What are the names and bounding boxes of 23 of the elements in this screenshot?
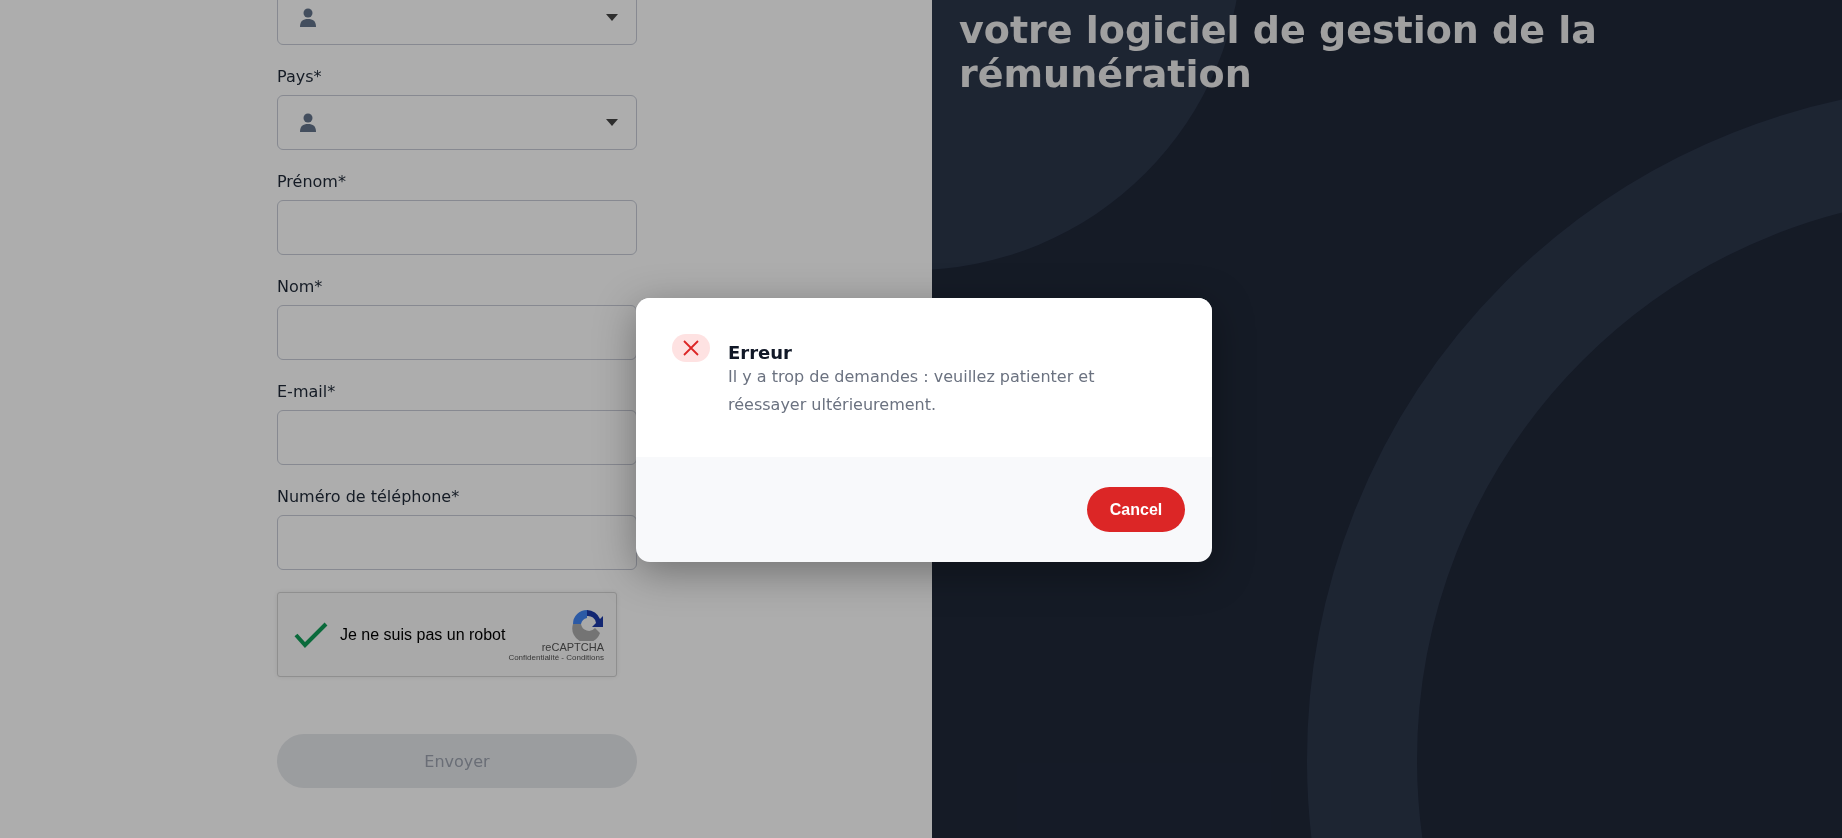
captcha-links[interactable]: Confidentialité - Conditions <box>508 653 604 662</box>
hero-heading: votre logiciel de gestion de la rémunération <box>959 8 1598 96</box>
person-icon <box>300 7 316 28</box>
close-icon <box>672 334 710 362</box>
field-label: E-mail* <box>277 382 337 402</box>
field-label: Numéro de téléphone* <box>277 487 461 507</box>
field-label: Nom* <box>277 277 324 297</box>
input-field[interactable] <box>277 515 637 570</box>
captcha-brand: reCAPTCHA <box>541 641 604 653</box>
select-field[interactable] <box>277 95 637 150</box>
person-icon <box>300 112 316 133</box>
cancel-button[interactable]: Cancel <box>1087 487 1185 532</box>
field-label: Prénom* <box>277 172 347 192</box>
dialog-title: Erreur <box>728 342 793 363</box>
select-field[interactable] <box>277 0 637 45</box>
caret-icon <box>606 14 618 21</box>
field-label: Pays* <box>277 67 323 87</box>
captcha-label: Je ne suis pas un robot <box>340 625 507 644</box>
dialog-message: Il y a trop de demandes : veuillez patienter et réessayer ultérieurement. <box>728 366 1096 416</box>
captcha-logo-icon <box>570 607 604 641</box>
checkmark-icon[interactable] <box>294 621 328 648</box>
caret-icon <box>606 119 618 126</box>
input-field[interactable] <box>277 200 637 255</box>
